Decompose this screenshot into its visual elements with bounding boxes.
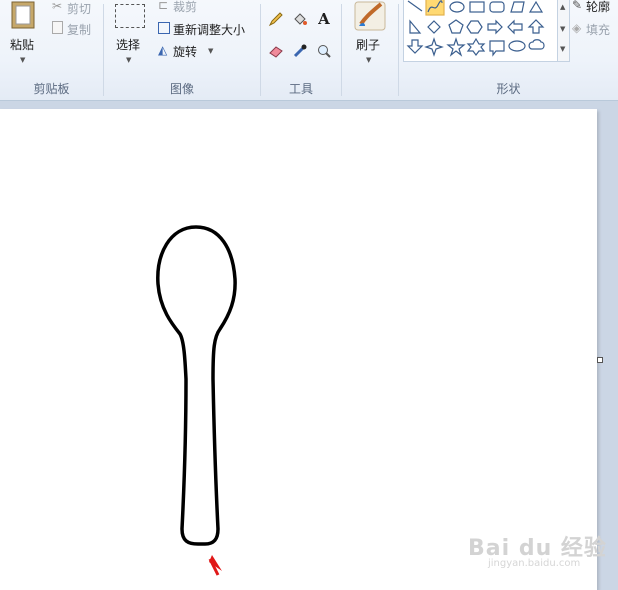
outline-label: 轮廓: [586, 0, 611, 14]
resize-button[interactable]: 重新调整大小: [156, 21, 256, 37]
image-group: 选择 ▼ ⊏ 裁剪 重新调整大小 ◭ 旋转 ▼ 图像: [104, 0, 260, 100]
copy-label: 复制: [67, 23, 92, 37]
copy-button[interactable]: 复制: [50, 21, 100, 37]
pentagon-shape-icon: [448, 19, 464, 34]
up-arrow-shape-icon: [527, 19, 545, 34]
polygon-shape-icon: [510, 1, 525, 13]
shapes-gallery: [403, 0, 559, 62]
cloud-callout-shape-icon: [528, 39, 545, 50]
select-label: 选择: [116, 38, 141, 52]
paintbrush-icon: [354, 1, 386, 31]
hexagon-shape-icon: [466, 20, 483, 34]
magnifier-button[interactable]: [313, 40, 335, 62]
select-dropdown-arrow[interactable]: ▼: [126, 56, 131, 64]
clipboard-group: 粘贴 ▼ ✂ 剪切 复制 剪贴板: [0, 0, 103, 100]
tools-group: A 工具: [261, 0, 341, 100]
resize-label: 重新调整大小: [173, 23, 246, 37]
copy-icon: [52, 21, 63, 34]
eyedropper-icon: [293, 44, 307, 58]
text-icon: A: [318, 10, 330, 28]
four-point-star-shape-icon: [424, 37, 444, 57]
ribbon: 粘贴 ▼ ✂ 剪切 复制 剪贴板 选择 ▼ ⊏ 裁剪 重新调整大小 ◭ 旋转 ▼…: [0, 0, 618, 101]
diamond-shape-icon: [427, 20, 441, 34]
fill-shape-button[interactable]: ◈ 填充: [572, 21, 618, 37]
image-group-label: 图像: [169, 82, 194, 96]
gallery-expand-arrow[interactable]: ▼: [560, 45, 565, 53]
rotate-button[interactable]: ◭ 旋转 ▼: [156, 43, 226, 59]
cut-button[interactable]: ✂ 剪切: [50, 0, 100, 16]
shapes-group: ▲ ▼ ▼ ✎ 轮廓 ◈ 填充 形状: [399, 0, 618, 100]
drawing-canvas[interactable]: [0, 109, 597, 590]
scroll-up-arrow[interactable]: ▲: [560, 3, 565, 11]
magnifier-icon: [318, 45, 331, 58]
tools-group-label: 工具: [288, 82, 313, 96]
clipboard-group-label: 剪贴板: [33, 82, 70, 96]
five-point-star-shape-icon: [446, 37, 466, 57]
shapes-gallery-icons: [406, 0, 545, 57]
triangle-shape-icon: [528, 0, 544, 13]
paste-dropdown-arrow[interactable]: ▼: [20, 56, 25, 64]
brushes-label: 刷子: [356, 38, 381, 52]
crop-icon: ⊏: [158, 0, 169, 12]
canvas-resize-handle[interactable]: [597, 357, 603, 363]
pencil-icon: [268, 12, 283, 27]
down-arrow-shape-icon: [406, 39, 424, 54]
eraser-icon: [269, 46, 283, 58]
fill-bucket-small-icon: ◈: [572, 21, 582, 35]
outline-pencil-icon: ✎: [572, 0, 583, 12]
rounded-rectangle-shape-icon: [489, 1, 505, 13]
pencil-button[interactable]: [265, 8, 287, 30]
left-arrow-shape-icon: [507, 19, 523, 35]
rotate-dropdown-arrow[interactable]: ▼: [208, 47, 213, 55]
scroll-down-arrow[interactable]: ▼: [560, 25, 565, 33]
fill-label: 填充: [586, 23, 611, 37]
clipboard-icon: [11, 1, 35, 29]
line-shape-icon: [407, 0, 423, 12]
shapes-group-label: 形状: [496, 82, 521, 96]
select-rectangle-icon: [115, 4, 145, 28]
select-button[interactable]: 选择 ▼: [112, 0, 152, 72]
right-triangle-shape-icon: [409, 19, 422, 34]
outline-button[interactable]: ✎ 轮廓: [572, 0, 618, 14]
paste-button[interactable]: 粘贴 ▼: [4, 0, 44, 72]
brushes-button[interactable]: 刷子 ▼: [348, 0, 392, 72]
text-button[interactable]: A: [313, 8, 335, 30]
watermark-url: jingyan.baidu.com: [488, 558, 581, 569]
right-arrow-shape-icon: [487, 19, 503, 35]
rectangle-shape-icon: [469, 1, 485, 13]
rounded-callout-shape-icon: [489, 40, 505, 57]
crop-button[interactable]: ⊏ 裁剪: [156, 0, 216, 14]
brushes-dropdown-arrow[interactable]: ▼: [366, 56, 371, 64]
shapes-scrollbar[interactable]: ▲ ▼ ▼: [557, 0, 570, 62]
rotate-icon: ◭: [158, 43, 168, 57]
cut-label: 剪切: [67, 2, 92, 16]
fill-button[interactable]: [289, 8, 311, 30]
spoon-outline: [156, 225, 237, 546]
crop-label: 裁剪: [173, 0, 198, 14]
oval-shape-icon: [449, 1, 465, 13]
scissors-icon: ✂: [52, 0, 63, 13]
canvas-area: [0, 101, 618, 590]
oval-callout-shape-icon: [508, 40, 526, 52]
resize-icon: [158, 22, 170, 34]
eraser-button[interactable]: [265, 40, 287, 62]
rotate-label: 旋转: [173, 45, 198, 59]
paste-label: 粘贴: [10, 38, 35, 52]
fill-bucket-icon: [294, 13, 307, 25]
spoon-drawing: [156, 225, 237, 576]
brushes-group: 刷子 ▼: [342, 0, 398, 100]
six-point-star-shape-icon: [466, 37, 486, 56]
color-picker-button[interactable]: [289, 40, 311, 62]
